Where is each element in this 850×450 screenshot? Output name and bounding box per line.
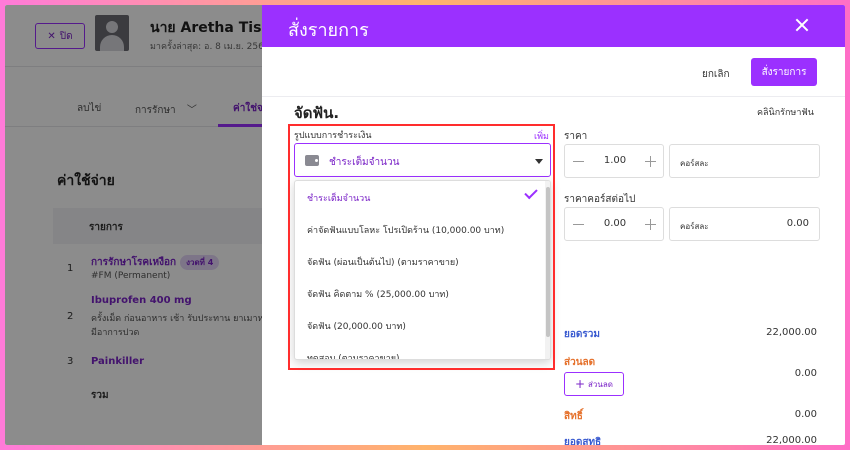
next-price-amount: 0.00 (786, 218, 809, 229)
modal-header: สั่งรายการ (262, 5, 845, 47)
total-label: ยอดรวม (564, 329, 600, 340)
close-icon[interactable] (793, 17, 811, 35)
payment-label: รูปแบบการชำระเงิน (294, 131, 372, 141)
modal-title: สั่งรายการ (288, 20, 369, 41)
note-placeholder: คอร์สละ (680, 222, 709, 231)
price-note-input[interactable]: คอร์สละ (669, 144, 820, 178)
discount-value: 0.00 (794, 368, 817, 379)
payment-option[interactable]: จัดฟัน (20,000.00 บาท) (295, 309, 545, 341)
rights-value: 0.00 (794, 409, 817, 420)
plus-icon: + (574, 377, 586, 391)
rights-label: สิทธิ์ (564, 411, 583, 422)
note-placeholder: คอร์สละ (680, 159, 709, 168)
total-value: 22,000.00 (766, 327, 817, 338)
next-course-price-label: ราคาคอร์สต่อไป (564, 194, 636, 205)
item-name: จัดฟัน. (294, 104, 340, 122)
payment-selected-value: ชำระเต็มจำนวน (329, 157, 400, 168)
add-discount-button[interactable]: + ส่วนลด (564, 372, 624, 396)
payment-select[interactable]: ชำระเต็มจำนวน (294, 143, 551, 177)
net-value: 22,000.00 (766, 435, 817, 445)
app-frame: ✕ ปิด นาย Aretha Tissing มาครั้งล่าสุด: … (5, 5, 845, 445)
payment-option[interactable]: ทดสอบ (ตามราคาขาย) (295, 341, 545, 359)
net-label: ยอดสุทธิ (564, 437, 602, 445)
payment-option[interactable]: ค่าจัดฟันแบบโลหะ โปรเปิดร้าน (10,000.00 … (295, 213, 545, 245)
dropdown-scrollbar[interactable] (545, 181, 550, 359)
order-button[interactable]: สั่งรายการ (751, 58, 817, 86)
next-price-note-input[interactable]: คอร์สละ 0.00 (669, 207, 820, 241)
discount-label: ส่วนลด (564, 357, 596, 368)
cancel-button[interactable]: ยกเลิก (702, 67, 730, 82)
price-label: ราคา (564, 131, 588, 142)
order-modal: สั่งรายการ ยกเลิก สั่งรายการ จัดฟัน. คลิ… (262, 5, 845, 445)
payment-option[interactable]: ชำระเต็มจำนวน (295, 181, 545, 213)
divider (262, 96, 845, 97)
next-quantity-stepper[interactable]: 0.00 (564, 207, 664, 241)
payment-option[interactable]: จัดฟัน คิดตาม % (25,000.00 บาท) (295, 277, 545, 309)
payment-option[interactable]: จัดฟัน (ผ่อนเป็นต้นไป) (ตามราคาขาย) (295, 245, 545, 277)
quantity-stepper[interactable]: 1.00 (564, 144, 664, 178)
clinic-label: คลินิกรักษาฟัน (757, 108, 814, 118)
wallet-icon (305, 155, 319, 166)
payment-dropdown: ชำระเต็มจำนวน ค่าจัดฟันแบบโลหะ โปรเปิดร้… (294, 180, 551, 360)
scroll-thumb[interactable] (546, 187, 550, 337)
check-icon (524, 185, 538, 200)
caret-down-icon (535, 159, 543, 164)
add-payment-link[interactable]: เพิ่ม (534, 129, 549, 143)
